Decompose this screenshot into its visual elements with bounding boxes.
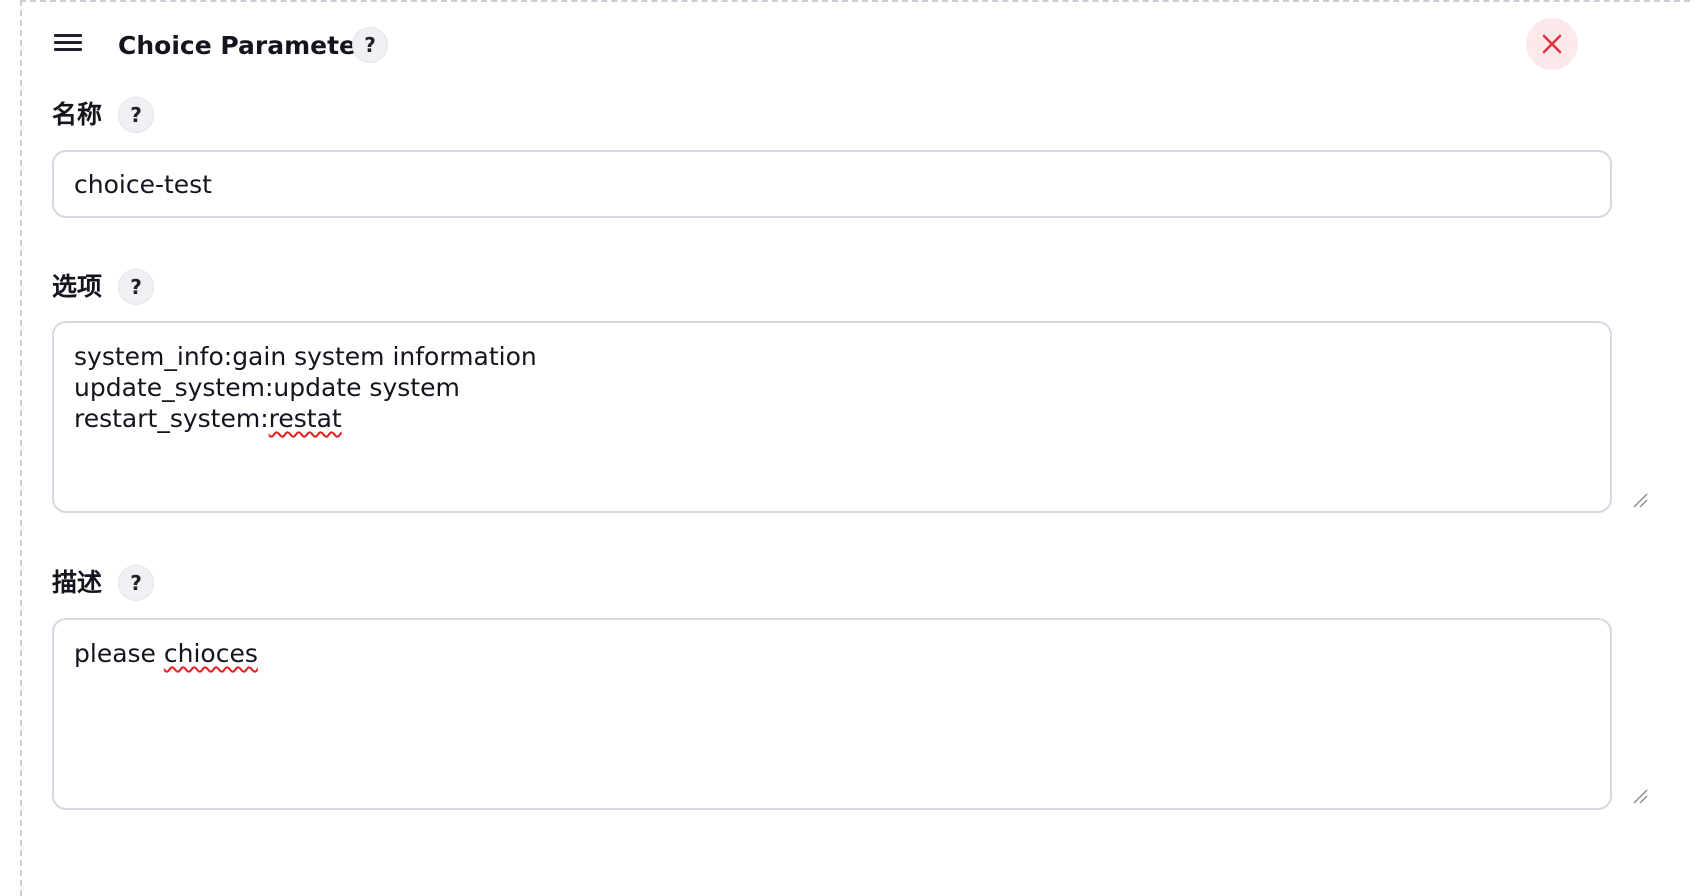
choice-line: system_info:gain system information — [74, 342, 537, 371]
close-button[interactable] — [1526, 18, 1578, 70]
hamburger-icon[interactable] — [54, 34, 82, 56]
page: Choice Parameter ? 名称 ? 选项 ? system_info… — [0, 0, 1694, 896]
name-label: 名称 — [52, 100, 103, 129]
resize-grip-icon[interactable] — [1630, 490, 1648, 508]
name-input[interactable] — [52, 150, 1612, 218]
parameter-type-title: Choice Parameter — [118, 31, 369, 60]
choices-textarea[interactable]: system_info:gain system information updat… — [52, 321, 1612, 513]
misspelled-word: restat — [268, 404, 342, 433]
description-prefix: please — [74, 639, 164, 668]
help-button-name[interactable]: ? — [118, 97, 154, 133]
help-button-description[interactable]: ? — [118, 565, 154, 601]
help-button-choices[interactable]: ? — [118, 269, 154, 305]
help-button-parameter[interactable]: ? — [352, 27, 388, 63]
resize-grip-icon[interactable] — [1630, 786, 1648, 804]
description-textarea[interactable]: please chioces — [52, 618, 1612, 810]
choice-line: restart_system:restat — [74, 403, 1590, 434]
misspelled-word: chioces — [163, 639, 258, 668]
choice-line: update_system:update system — [74, 373, 460, 402]
close-icon — [1542, 34, 1562, 54]
description-label: 描述 — [52, 568, 103, 597]
choices-label: 选项 — [52, 272, 103, 301]
choice-line-prefix: restart_system: — [74, 404, 269, 433]
